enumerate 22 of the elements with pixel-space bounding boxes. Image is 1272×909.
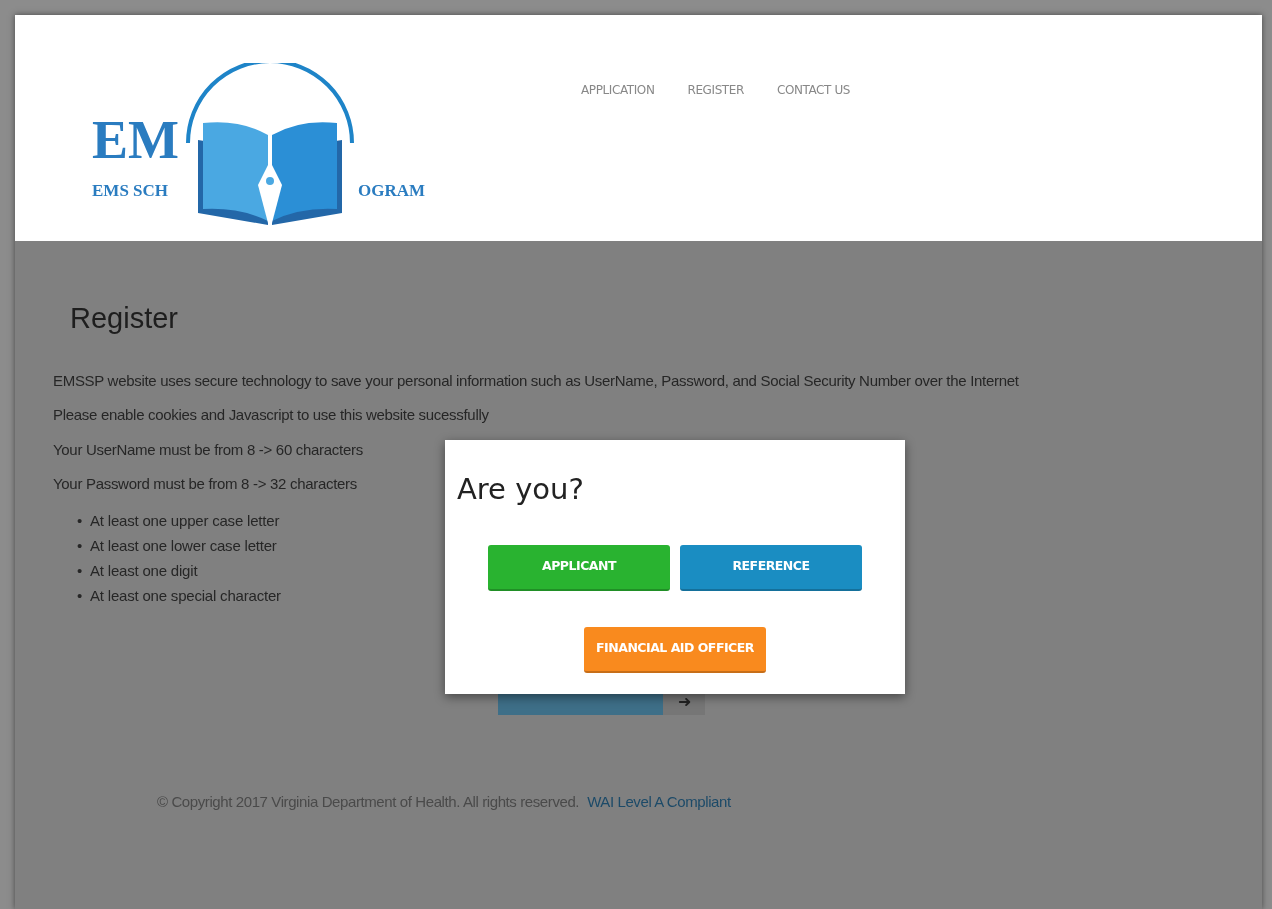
bullet-icon: • xyxy=(77,557,83,583)
nav-link[interactable]: CONTACT US xyxy=(776,81,851,99)
info-text: Your Password must be from 8 -> 32 characters xyxy=(53,474,357,495)
logo-drawing: EM EMS SCH OGRAM xyxy=(90,63,435,228)
bullet-icon: • xyxy=(77,532,83,558)
accessibility-link[interactable]: WAI Level A Compliant xyxy=(587,792,731,810)
password-rule: At least one special character xyxy=(90,585,281,606)
nav-link[interactable]: APPLICATION xyxy=(581,81,655,99)
bullet-icon: • xyxy=(77,507,83,533)
role-button[interactable]: REFERENCE xyxy=(680,544,862,591)
info-text: Please enable cookies and Javascript to use this website sucessfully xyxy=(53,405,489,426)
password-rule: At least one digit xyxy=(90,560,198,581)
role-button[interactable]: FINANCIAL AID OFFICER xyxy=(584,626,766,673)
info-text: EMSSP website uses secure technology to save your personal information such as UserName, Password, and Social Security Number over the Internet xyxy=(53,370,1019,391)
dialog-title: Are you? xyxy=(457,472,585,507)
password-rule: At least one lower case letter xyxy=(90,535,277,556)
bullet-icon: • xyxy=(77,582,83,608)
page-title: Register xyxy=(70,301,179,336)
nav-link[interactable]: REGISTER xyxy=(687,81,744,99)
role-button[interactable]: APPLICANT xyxy=(488,544,670,591)
info-text: Your UserName must be from 8 -> 60 characters xyxy=(53,439,363,460)
password-rule: At least one upper case letter xyxy=(90,510,280,531)
